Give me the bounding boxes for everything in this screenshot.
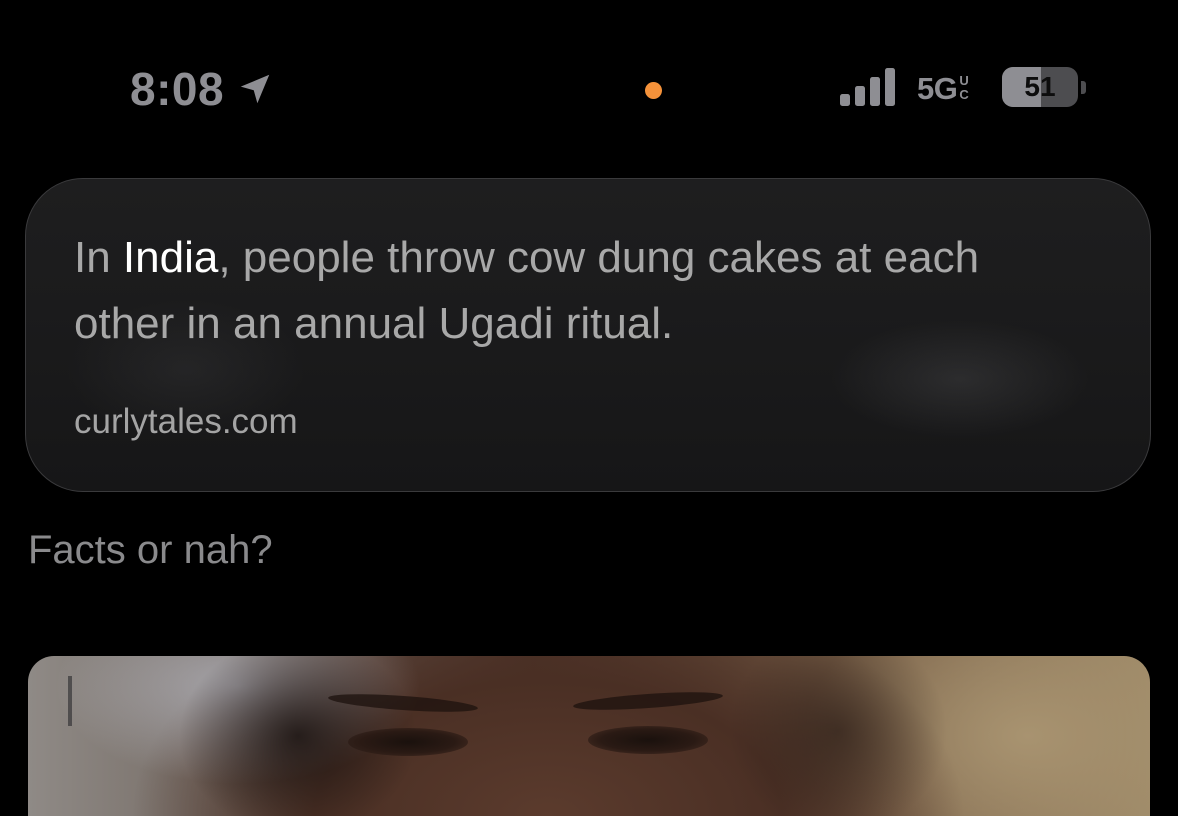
cellular-signal-icon: [840, 68, 895, 106]
media-background-detail: [68, 676, 72, 726]
network-type-label: 5G: [917, 71, 958, 106]
battery-level-text: 51: [1024, 71, 1056, 102]
media-preview-image[interactable]: [28, 656, 1150, 816]
status-time: 8:08: [130, 63, 225, 115]
media-hair-shadow-right: [728, 656, 948, 816]
status-time-group: 8:08: [130, 60, 274, 118]
network-suffix-top: U: [959, 73, 969, 88]
quote-card[interactable]: In India, people throw cow dung cakes at…: [25, 178, 1151, 492]
microphone-in-use-indicator: [645, 82, 662, 99]
quote-highlight-india: India: [122, 233, 219, 282]
quote-prefix: In: [74, 233, 123, 282]
network-suffix: U C: [959, 74, 968, 102]
media-eye-right: [588, 726, 708, 754]
status-bar: 8:08 5G U C 51: [0, 0, 1178, 170]
network-suffix-bottom: C: [959, 87, 969, 102]
quote-text: In India, people throw cow dung cakes at…: [74, 225, 1074, 357]
battery-tip: [1081, 81, 1086, 94]
post-caption: Facts or nah?: [28, 528, 273, 572]
media-eye-left: [348, 728, 468, 756]
network-indicator: 5G U C: [917, 70, 969, 108]
media-eyebrow-right: [572, 688, 724, 714]
quote-source-link[interactable]: curlytales.com: [74, 402, 298, 442]
battery-icon: 51: [1002, 67, 1078, 107]
location-arrow-icon: [236, 70, 274, 108]
